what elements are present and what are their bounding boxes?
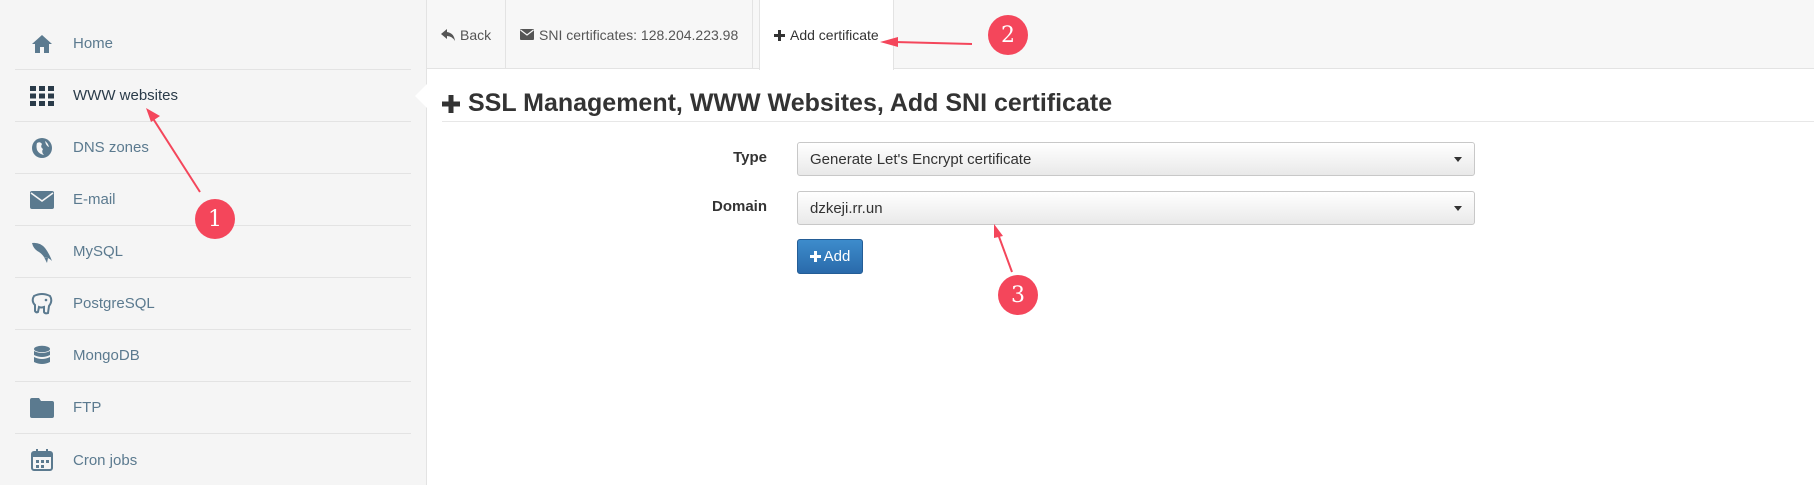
type-select-value: Generate Let's Encrypt certificate	[810, 150, 1032, 168]
annotation-arrow-3	[997, 233, 1013, 273]
annotation-badge-3: 3	[998, 275, 1038, 315]
envelope-icon	[520, 29, 534, 40]
sidebar-item-cron-jobs[interactable]: Cron jobs	[15, 434, 411, 485]
page-title-text: SSL Management, WWW Websites, Add SNI ce…	[468, 89, 1113, 117]
sidebar-item-home[interactable]: Home	[15, 18, 411, 70]
sidebar-item-label: DNS zones	[73, 139, 149, 156]
sidebar-item-label: PostgreSQL	[73, 295, 155, 312]
add-button-label: Add	[823, 248, 851, 265]
sidebar-item-ftp[interactable]: FTP	[15, 382, 411, 434]
sidebar-item-dns-zones[interactable]: DNS zones	[15, 122, 411, 174]
plus-icon	[442, 94, 460, 113]
annotation-badge-2: 2	[988, 15, 1028, 55]
page-title: SSL Management, WWW Websites, Add SNI ce…	[442, 86, 1814, 122]
domain-label: Domain	[711, 198, 767, 215]
sidebar-item-postgresql[interactable]: PostgreSQL	[15, 278, 411, 330]
plus-icon	[774, 29, 785, 41]
globe-icon	[29, 135, 55, 161]
sidebar-item-label: E-mail	[73, 191, 116, 208]
tab-bar: Back SNI certificates: 128.204.223.98 Ad…	[427, 0, 1814, 70]
elephant-icon	[29, 291, 55, 317]
tab-back[interactable]: Back	[427, 0, 507, 69]
tab-add-certificate[interactable]: Add certificate	[759, 0, 894, 70]
reply-arrow-icon	[441, 28, 455, 41]
sidebar: Home WWW websites DNS zones E-mail MySQL	[0, 0, 427, 485]
sidebar-item-label: WWW websites	[73, 87, 178, 104]
database-icon	[29, 343, 55, 369]
tab-sni-certificates-label: SNI certificates: 128.204.223.98	[539, 26, 739, 43]
dolphin-icon	[29, 239, 55, 265]
type-select[interactable]: Generate Let's Encrypt certificate	[797, 142, 1475, 176]
annotation-badge-1: 1	[195, 199, 235, 239]
plus-icon	[809, 251, 821, 262]
tab-back-label: Back	[460, 26, 492, 43]
type-label: Type	[733, 149, 767, 166]
domain-select-value: dzkeji.rr.un	[810, 199, 883, 217]
home-icon	[29, 31, 55, 57]
tab-sni-certificates[interactable]: SNI certificates: 128.204.223.98	[506, 0, 754, 69]
sidebar-item-label: Cron jobs	[73, 451, 138, 469]
sidebar-item-www-websites[interactable]: WWW websites	[15, 70, 427, 122]
domain-select[interactable]: dzkeji.rr.un	[797, 191, 1475, 225]
envelope-icon	[29, 187, 55, 213]
tab-add-certificate-label: Add certificate	[790, 27, 879, 43]
sidebar-item-mongodb[interactable]: MongoDB	[15, 330, 411, 382]
sidebar-item-label: FTP	[73, 399, 102, 416]
caret-down-icon	[1454, 206, 1462, 211]
folder-icon	[29, 395, 55, 421]
sidebar-item-label: MySQL	[73, 243, 124, 260]
calendar-icon	[29, 447, 55, 473]
sidebar-item-label: Home	[73, 35, 114, 52]
add-button[interactable]: Add	[797, 239, 863, 274]
sidebar-item-label: MongoDB	[73, 347, 140, 364]
caret-down-icon	[1454, 157, 1462, 162]
grid-icon	[29, 83, 55, 109]
